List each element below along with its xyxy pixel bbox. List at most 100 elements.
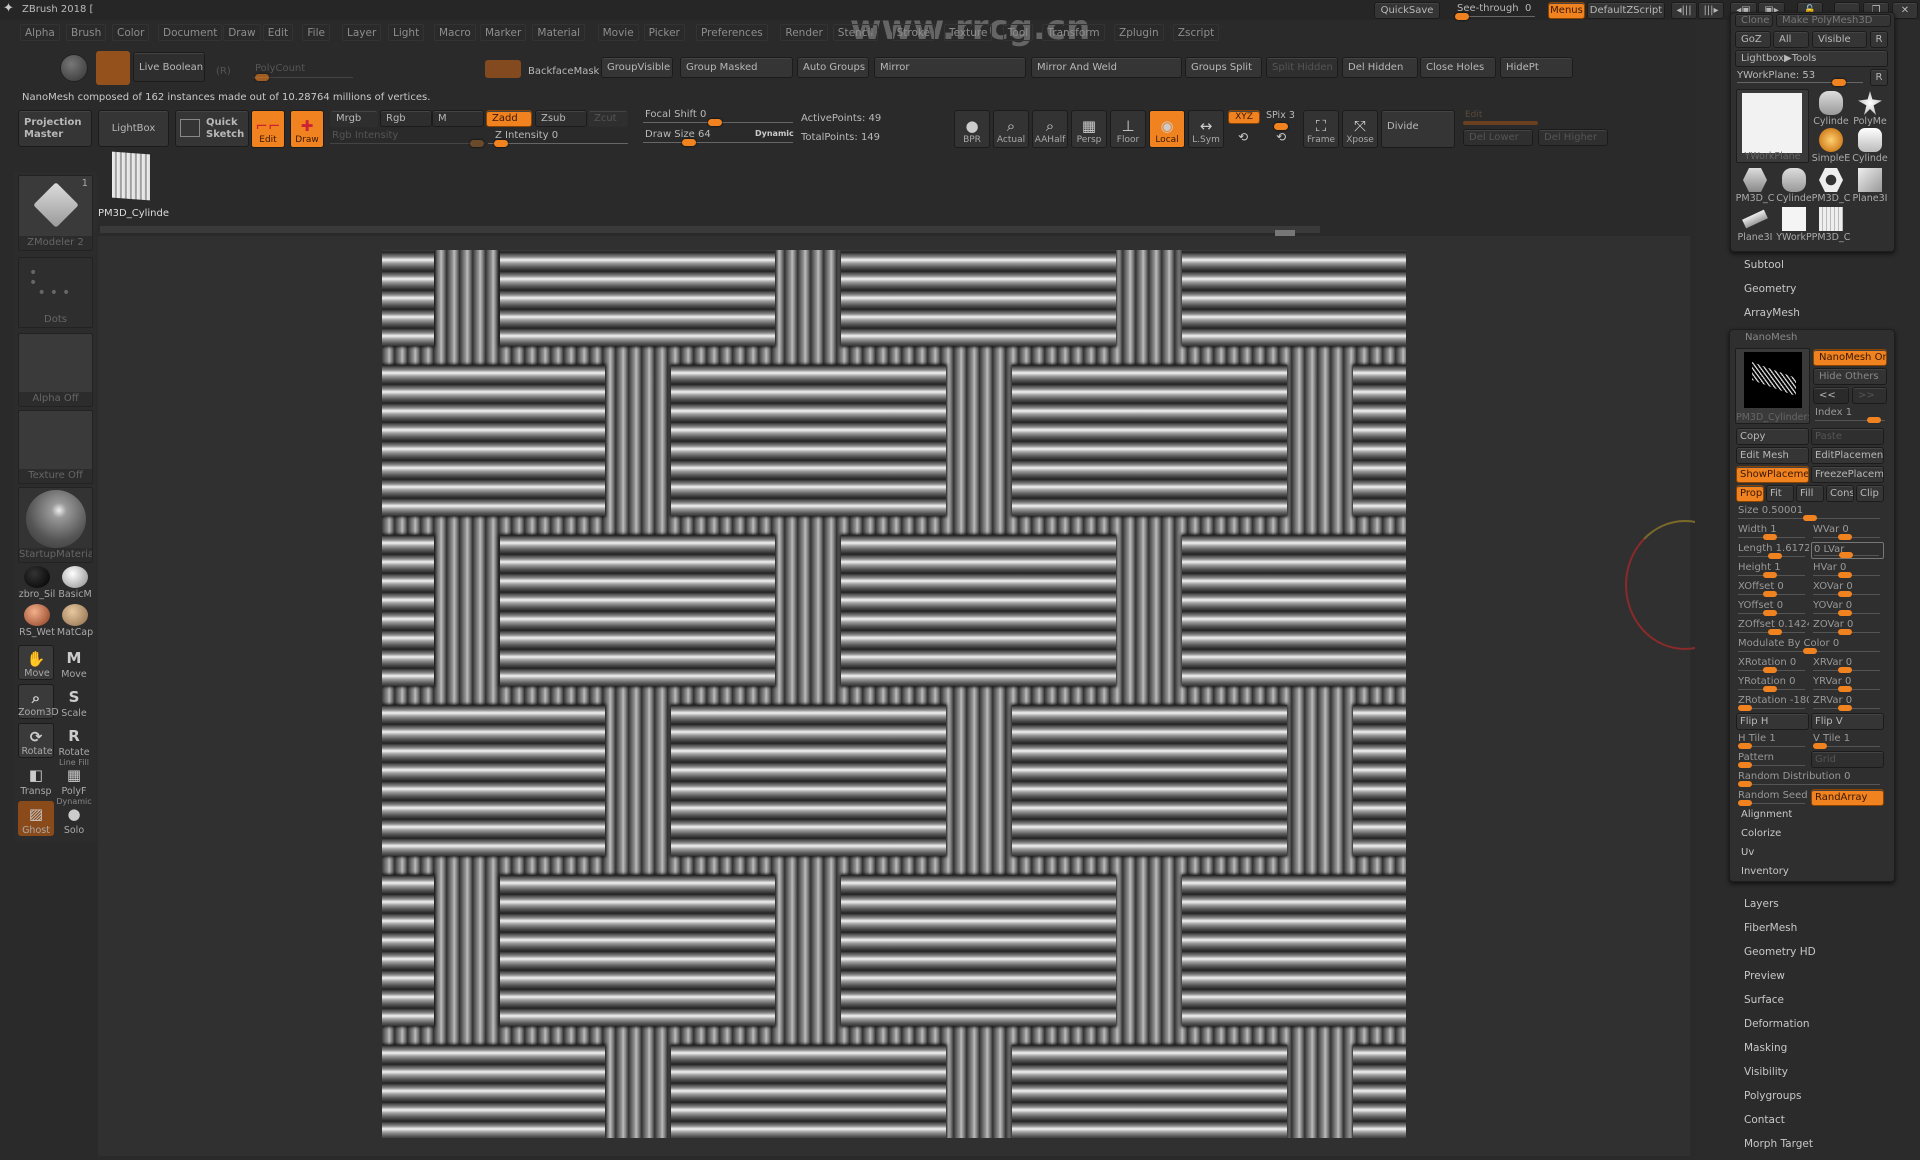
draw-size-slider[interactable]: Draw Size 64 Dynamic: [643, 128, 794, 146]
menu-layer[interactable]: Layer: [342, 24, 382, 41]
tool-button-rotate-4[interactable]: ⟳ Rotate: [18, 723, 54, 758]
menu-color[interactable]: Color: [112, 24, 150, 41]
view-button-floor[interactable]: ⊥ Floor: [1110, 110, 1146, 148]
menu-zplugin[interactable]: Zplugin: [1114, 24, 1164, 41]
h-tile-slider[interactable]: H Tile 1: [1736, 732, 1809, 749]
-lvar-input[interactable]: 0 LVar: [1811, 542, 1884, 559]
z-intensity-slider[interactable]: Z Intensity 0: [488, 129, 628, 147]
see-through-slider[interactable]: See-through 0: [1451, 2, 1539, 20]
modulate-by-color-slider[interactable]: Modulate By Color 0: [1736, 637, 1884, 654]
slider-knob[interactable]: [1838, 610, 1852, 616]
rgb-button[interactable]: Rgb: [380, 110, 432, 127]
tool-button-zoom3d-2[interactable]: ⌕ Zoom3D: [18, 684, 59, 719]
tool-button-move-1[interactable]: M Move: [56, 645, 92, 680]
tool-menu-geometry[interactable]: Geometry: [1744, 283, 1796, 295]
yrotation-slider[interactable]: YRotation 0: [1736, 675, 1809, 692]
slider-knob[interactable]: [1803, 515, 1817, 521]
tool-menu-preview[interactable]: Preview: [1744, 970, 1785, 982]
edit-mesh-button[interactable]: Edit Mesh: [1736, 447, 1809, 464]
stroke-selector[interactable]: • • ••• Dots: [18, 257, 93, 328]
menu-brush[interactable]: Brush: [66, 24, 107, 41]
slider-knob[interactable]: [1839, 552, 1853, 558]
pattern-slider[interactable]: Pattern: [1736, 751, 1809, 768]
row2-button-hidept[interactable]: HidePt: [1500, 57, 1573, 78]
slider-knob[interactable]: [1763, 572, 1777, 578]
quicksave-button[interactable]: QuickSave: [1374, 2, 1440, 19]
slider-knob[interactable]: [1738, 705, 1752, 711]
menu-transform[interactable]: Transform: [1042, 24, 1105, 41]
nanomesh-on-button[interactable]: NanoMesh On: [1813, 349, 1887, 366]
view-button-aahalf[interactable]: ⌕ AAHalf: [1032, 110, 1068, 148]
hvar-slider[interactable]: HVar 0: [1811, 561, 1884, 578]
goz-all-button[interactable]: All: [1773, 31, 1809, 48]
tool-button-solo-9[interactable]: ● Solo Dynamic: [56, 797, 92, 836]
texture-selector[interactable]: Texture Off: [18, 410, 93, 484]
rgb-intensity-slider[interactable]: Rgb Intensity: [330, 129, 485, 147]
menu-picker[interactable]: Picker: [643, 24, 685, 41]
clip-button[interactable]: Clip: [1856, 485, 1884, 502]
fill-button[interactable]: Fill: [1796, 485, 1824, 502]
nanomesh-thumbnail[interactable]: PM3D_Cylinder:: [1735, 348, 1810, 424]
rotate-y-icon[interactable]: ⟲: [1238, 128, 1248, 146]
slider-knob[interactable]: [1838, 686, 1852, 692]
freezeplacement-button[interactable]: FreezePlacement: [1811, 466, 1884, 483]
menu-texture[interactable]: Texture: [944, 24, 993, 41]
view-button-bpr[interactable]: ● BPR: [954, 110, 990, 148]
row2-button-del-hidden[interactable]: Del Hidden: [1342, 57, 1418, 78]
randarray-button[interactable]: RandArray: [1811, 789, 1884, 806]
tool-menu-polygroups[interactable]: Polygroups: [1744, 1090, 1801, 1102]
menu-zscript[interactable]: Zscript: [1172, 24, 1220, 41]
material-swatch-2[interactable]: [24, 604, 50, 626]
slider-knob[interactable]: [1763, 610, 1777, 616]
xrvar-slider[interactable]: XRVar 0: [1811, 656, 1884, 673]
row2-button-split-hidden[interactable]: Split Hidden: [1266, 57, 1338, 78]
tool-menu-subtool[interactable]: Subtool: [1744, 259, 1784, 271]
yoffset-slider[interactable]: YOffset 0: [1736, 599, 1809, 616]
dynamic-toggle[interactable]: Dynamic: [755, 129, 794, 138]
xpose-button[interactable]: ⤧ Xpose: [1342, 110, 1378, 148]
material-swatch-3[interactable]: [62, 604, 88, 626]
tool-button-ghost-8[interactable]: ▨ Ghost: [18, 801, 54, 836]
brush-selector[interactable]: 1 ZModeler 2: [18, 175, 93, 251]
slider-knob[interactable]: [1838, 705, 1852, 711]
tool-thumb-8[interactable]: Plane3I: [1736, 205, 1774, 243]
alpha-selector[interactable]: Alpha Off: [18, 333, 93, 407]
nanomesh-sub-inventory[interactable]: Inventory: [1741, 866, 1789, 877]
copy-button[interactable]: Copy: [1736, 428, 1809, 445]
sphere-toggle-icon[interactable]: [60, 54, 88, 82]
editplacement-button[interactable]: EditPlacement: [1811, 447, 1884, 464]
slider-knob[interactable]: [1763, 667, 1777, 673]
size-slider[interactable]: Size 0.50001: [1736, 504, 1884, 521]
goz-r-button[interactable]: R: [1870, 31, 1888, 48]
previous-nanomesh-button[interactable]: <<: [1813, 387, 1849, 404]
menu-alpha[interactable]: Alpha: [20, 24, 60, 41]
tool-menu-fibermesh[interactable]: FiberMesh: [1744, 922, 1797, 934]
xrotation-slider[interactable]: XRotation 0: [1736, 656, 1809, 673]
slider-knob[interactable]: [1813, 743, 1827, 749]
menu-movie[interactable]: Movie: [597, 24, 639, 41]
yworkplane-r-button[interactable]: R: [1870, 69, 1888, 86]
edit-mode-button[interactable]: ⌐⌐ Edit: [251, 110, 285, 148]
menu-render[interactable]: Render: [780, 24, 828, 41]
draw-mode-button[interactable]: ✚ Draw: [290, 110, 324, 148]
tray-right-arrows-icon[interactable]: |||▸: [1698, 2, 1724, 19]
tool-thumb-0[interactable]: Cylinde: [1812, 89, 1850, 127]
tool-thumb-3[interactable]: Cylinde: [1851, 126, 1889, 164]
slider-knob[interactable]: [1768, 629, 1782, 635]
menu-draw[interactable]: Draw: [223, 24, 261, 41]
row2-button-groups-split[interactable]: Groups Split: [1185, 57, 1262, 78]
slider-knob[interactable]: [1838, 534, 1852, 540]
xyz-toggle[interactable]: XYZ: [1228, 110, 1260, 124]
clone-button[interactable]: Clone: [1735, 14, 1773, 27]
tool-button-move-0[interactable]: ✋ Move: [18, 645, 54, 680]
tool-thumb-6[interactable]: PM3D_C: [1812, 166, 1850, 204]
const-button[interactable]: Const: [1826, 485, 1854, 502]
row2-button-mirror[interactable]: Mirror: [874, 57, 1026, 78]
slider-knob[interactable]: [1838, 572, 1852, 578]
zcut-button[interactable]: Zcut: [588, 110, 628, 127]
yworkplane-slider[interactable]: YWorkPlane: 53: [1735, 69, 1865, 86]
quick-sketch-button[interactable]: Quick Sketch: [175, 110, 249, 147]
nanomesh-sub-uv[interactable]: Uv: [1741, 847, 1754, 858]
view-button-persp[interactable]: ▦ Persp: [1071, 110, 1107, 148]
menu-stroke[interactable]: Stroke: [891, 24, 936, 41]
